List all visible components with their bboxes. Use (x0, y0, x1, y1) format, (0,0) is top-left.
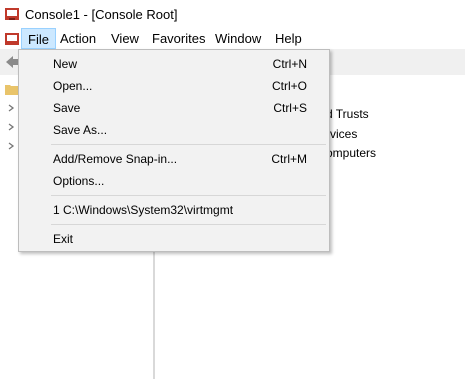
menu-bar: File Action View Favorites Window Help (0, 28, 465, 49)
folder-icon (5, 85, 19, 95)
list-item[interactable]: omputers (326, 146, 376, 160)
menu-item-shortcut: Ctrl+N (272, 57, 307, 71)
window-title: Console1 - [Console Root] (25, 7, 178, 22)
menu-item-save-as[interactable]: Save As... (19, 119, 329, 141)
file-menu-dropdown: New Ctrl+N Open... Ctrl+O Save Ctrl+S Sa… (18, 49, 330, 252)
menu-item-label: Add/Remove Snap-in... (53, 152, 178, 166)
menu-separator (51, 144, 326, 145)
menu-item-shortcut: Ctrl+M (271, 152, 307, 166)
menu-favorites[interactable]: Favorites (146, 28, 211, 49)
mmc-console-icon (5, 8, 19, 20)
menu-item-exit[interactable]: Exit (19, 228, 329, 250)
menu-separator (51, 195, 326, 196)
menu-item-label: 1 C:\Windows\System32\virtmgmt (53, 203, 234, 217)
menu-item-label: Open... (53, 79, 93, 93)
list-item[interactable]: d Trusts (326, 107, 369, 121)
menu-view[interactable]: View (105, 28, 145, 49)
menu-window[interactable]: Window (209, 28, 267, 49)
chevron-right-icon[interactable] (7, 123, 15, 131)
menu-item-new[interactable]: New Ctrl+N (19, 53, 329, 75)
menu-item-label: Save As... (53, 123, 108, 137)
title-bar: Console1 - [Console Root] (0, 0, 465, 28)
chevron-right-icon[interactable] (7, 104, 15, 112)
menu-help[interactable]: Help (269, 28, 308, 49)
menu-item-shortcut: Ctrl+S (273, 101, 307, 115)
menu-item-open[interactable]: Open... Ctrl+O (19, 75, 329, 97)
chevron-right-icon[interactable] (7, 142, 15, 150)
list-item[interactable]: rvices (326, 127, 357, 141)
menu-item-label: New (53, 57, 78, 71)
menu-item-options[interactable]: Options... (19, 170, 329, 192)
menu-item-shortcut: Ctrl+O (271, 79, 307, 93)
menu-item-add-remove-snapin[interactable]: Add/Remove Snap-in... Ctrl+M (19, 148, 329, 170)
menu-file[interactable]: File (21, 28, 56, 49)
console-doc-icon[interactable] (4, 31, 20, 47)
menu-item-recent-file[interactable]: 1 C:\Windows\System32\virtmgmt (19, 199, 329, 221)
menu-separator (51, 224, 326, 225)
menu-item-label: Exit (53, 232, 74, 246)
menu-item-label: Save (53, 101, 81, 115)
menu-item-save[interactable]: Save Ctrl+S (19, 97, 329, 119)
menu-action[interactable]: Action (54, 28, 102, 49)
menu-item-label: Options... (53, 174, 105, 188)
